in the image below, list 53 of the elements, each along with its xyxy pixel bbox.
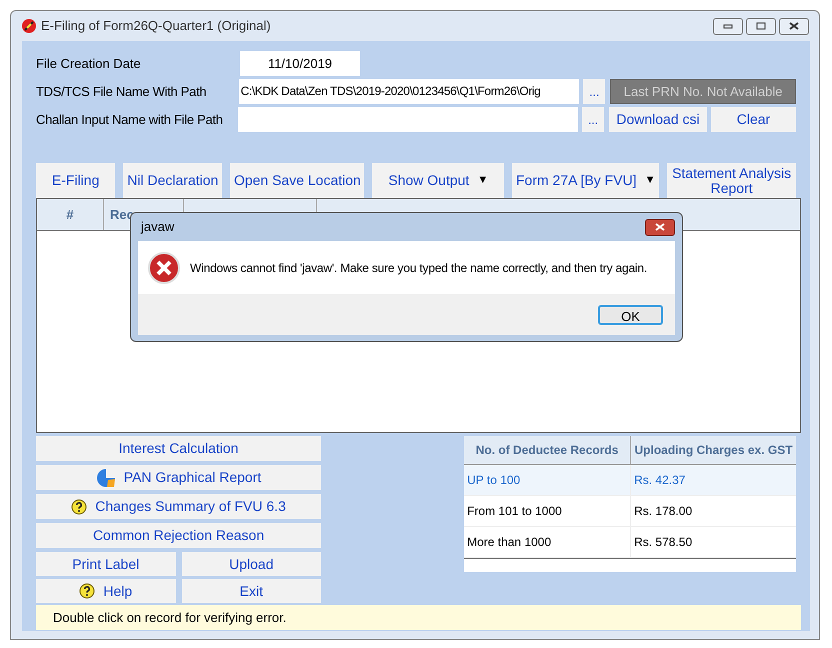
field-label: TDS/TCS File Name With Path xyxy=(36,82,208,101)
ok-button[interactable]: OK xyxy=(598,304,663,324)
action-button[interactable]: Print Label xyxy=(36,552,176,576)
toolbar-button[interactable]: E-Filing xyxy=(36,163,116,198)
field-label: Challan Input Name with File Path xyxy=(36,110,224,129)
table-cell-text: Rs. 42.37 xyxy=(633,472,686,489)
clear-button[interactable]: Clear xyxy=(711,107,796,132)
path-field[interactable] xyxy=(238,107,578,132)
action-button[interactable]: Changes Summary of FVU 6.3 xyxy=(36,494,322,519)
browse-button[interactable]: ... xyxy=(582,107,604,132)
table-cell-text: Rs. 578.50 xyxy=(633,534,694,551)
close-icon xyxy=(655,223,665,231)
table-row[interactable]: UP to 100 Rs. 42.37 xyxy=(464,465,796,496)
table-cell: More than 1000 xyxy=(464,527,632,557)
close-button[interactable] xyxy=(645,218,675,236)
field-label: File Creation Date xyxy=(36,54,142,73)
table-cell: UP to 100 xyxy=(464,465,632,495)
action-button[interactable]: Common Rejection Reason xyxy=(36,523,322,548)
column-header: Uploading Charges ex. GST xyxy=(634,442,794,459)
dropdown-button[interactable]: Show Output ▼ xyxy=(372,163,504,198)
help-icon xyxy=(79,583,96,599)
table-row[interactable]: From 101 to 1000 Rs. 178.00 xyxy=(464,496,796,527)
date-field[interactable]: 11/10/2019 xyxy=(240,51,360,76)
toolbar-button[interactable]: Statement Analysis Report xyxy=(667,163,796,198)
close-icon xyxy=(789,22,799,30)
column-header: # xyxy=(37,199,104,230)
minimize-icon xyxy=(723,23,733,29)
path-field[interactable]: C:\KDK Data\Zen TDS\2019-2020\0123456\Q1\Form26\Orig xyxy=(238,79,580,104)
toolbar-button[interactable]: Nil Declaration xyxy=(123,163,222,198)
window-title: E-Filing of Form26Q-Quarter1 (Original) xyxy=(41,17,271,36)
status-bar: Double click on record for verifying error. xyxy=(36,605,801,630)
toolbar-button[interactable]: Open Save Location xyxy=(230,163,364,198)
pie-chart-icon xyxy=(96,468,116,488)
table-row[interactable]: More than 1000 Rs. 578.50 xyxy=(464,527,796,558)
action-button[interactable]: Upload xyxy=(182,552,322,576)
download-csi-button[interactable]: Download csi xyxy=(609,107,707,132)
maximize-button[interactable] xyxy=(746,18,776,34)
table-cell: From 101 to 1000 xyxy=(464,496,632,526)
action-button[interactable]: Exit xyxy=(182,579,322,603)
help-icon xyxy=(71,498,88,514)
close-button[interactable] xyxy=(779,18,809,34)
action-button[interactable]: Help xyxy=(36,579,176,603)
action-button[interactable]: PAN Graphical Report xyxy=(36,465,322,490)
table-cell-text: Rs. 178.00 xyxy=(633,503,694,520)
error-icon xyxy=(148,252,180,284)
dialog-message: Windows cannot find 'javaw'. Make sure you typed the name correctly, and then try again. xyxy=(190,260,648,276)
app-icon xyxy=(21,18,37,34)
action-button[interactable]: Interest Calculation xyxy=(36,436,322,461)
maximize-icon xyxy=(756,22,766,30)
minimize-button[interactable] xyxy=(713,18,743,34)
dropdown-button[interactable]: Form 27A [By FVU] ▼ xyxy=(512,163,660,198)
browse-button[interactable]: ... xyxy=(583,79,606,104)
column-header: No. of Deductee Records xyxy=(464,436,632,464)
